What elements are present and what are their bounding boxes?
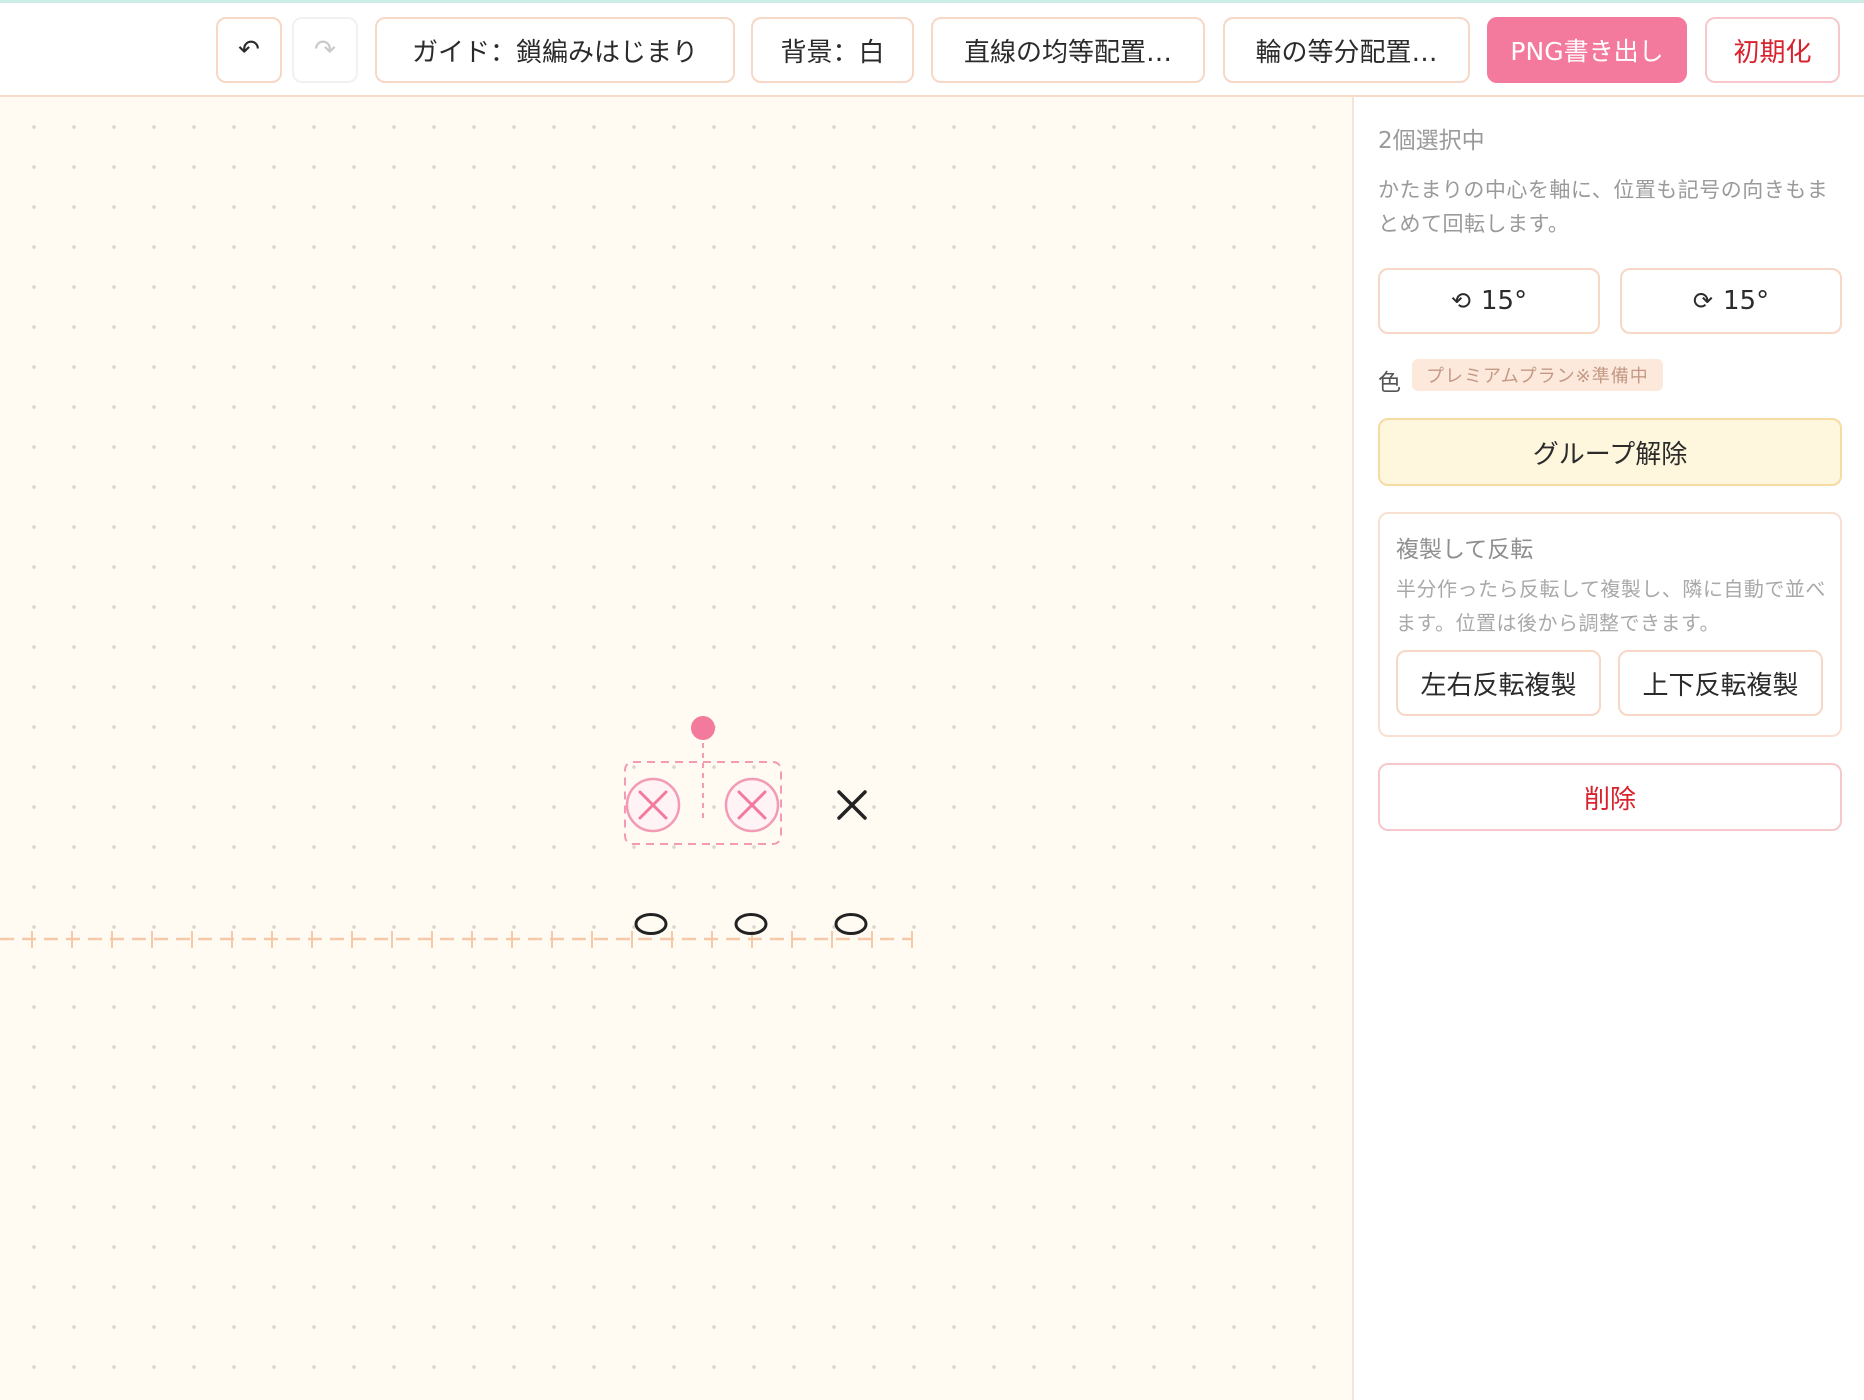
flip-horizontal-label: 左右反転複製 (1420, 670, 1577, 701)
pattern-canvas[interactable] (0, 97, 1354, 1400)
rotate-hint: かたまりの中心を軸に、位置も記号の向きもまとめて回転します。 (1378, 178, 1829, 236)
single-crochet-icon[interactable] (837, 790, 867, 820)
delete-label: 削除 (1583, 784, 1636, 815)
delete-button[interactable]: 削除 (1378, 763, 1842, 831)
rotate-ccw-button[interactable]: ⟲ 15° (1378, 268, 1600, 334)
selection-group[interactable] (624, 716, 782, 845)
rotate-ccw-label: 15° (1481, 286, 1528, 316)
color-label: 色 (1378, 370, 1401, 396)
chain-stitch-icon[interactable] (634, 913, 668, 935)
ungroup-label: グループ解除 (1532, 439, 1688, 470)
redo-icon: ↷ (314, 35, 336, 65)
chain-stitch-icon[interactable] (834, 913, 868, 935)
selected-single-crochet-icon[interactable] (724, 777, 780, 833)
flip-horizontal-duplicate-button[interactable]: 左右反転複製 (1396, 650, 1601, 716)
reset-button[interactable]: 初期化 (1705, 17, 1840, 83)
linear-arrange-label: 直線の均等配置… (963, 37, 1172, 68)
selection-count: 2個選択中 (1378, 128, 1485, 154)
undo-button[interactable]: ↶ (216, 17, 282, 83)
chain-stitch-row[interactable] (634, 913, 868, 935)
rotate-ccw-icon: ⟲ (1450, 287, 1471, 315)
flip-vertical-duplicate-button[interactable]: 上下反転複製 (1618, 650, 1823, 716)
ring-arrange-button[interactable]: 輪の等分配置… (1223, 17, 1470, 83)
selected-single-crochet-icon[interactable] (625, 777, 681, 833)
canvas-drawing (0, 716, 913, 948)
duplicate-flip-card: 複製して反転 半分作ったら反転して複製し、隣に自動で並べます。位置は後から調整で… (1378, 512, 1842, 737)
chain-stitch-icon[interactable] (734, 913, 768, 935)
png-export-button[interactable]: PNG書き出し (1487, 17, 1687, 83)
guide-select-label: ガイド：鎖編みはじまり (411, 37, 698, 68)
guide-select-button[interactable]: ガイド：鎖編みはじまり (375, 17, 735, 83)
properties-panel: 2個選択中 かたまりの中心を軸に、位置も記号の向きもまとめて回転します。 ⟲ 1… (1356, 97, 1864, 1400)
rotation-handle-icon[interactable] (691, 716, 715, 740)
rotate-cw-icon: ⟳ (1692, 287, 1713, 315)
redo-button[interactable]: ↷ (292, 17, 358, 83)
undo-icon: ↶ (238, 35, 260, 65)
toolbar: ↶ ↷ ガイド：鎖編みはじまり 背景：白 直線の均等配置… 輪の等分配置… PN… (0, 3, 1864, 97)
background-select-button[interactable]: 背景：白 (751, 17, 914, 83)
linear-arrange-button[interactable]: 直線の均等配置… (931, 17, 1205, 83)
flip-vertical-label: 上下反転複製 (1642, 670, 1799, 701)
duplicate-flip-hint: 半分作ったら反転して複製し、隣に自動で並べます。位置は後から調整できます。 (1396, 577, 1826, 635)
rotate-cw-button[interactable]: ⟳ 15° (1620, 268, 1842, 334)
premium-badge: プレミアムプラン※準備中 (1412, 359, 1663, 391)
chain-guide-line (0, 931, 913, 948)
reset-label: 初期化 (1733, 37, 1812, 68)
ungroup-button[interactable]: グループ解除 (1378, 418, 1842, 486)
png-export-label: PNG書き出し (1510, 37, 1664, 66)
duplicate-flip-title: 複製して反転 (1396, 537, 1534, 563)
background-select-label: 背景：白 (780, 37, 885, 68)
ring-arrange-label: 輪の等分配置… (1255, 37, 1438, 68)
rotate-cw-label: 15° (1723, 286, 1770, 316)
